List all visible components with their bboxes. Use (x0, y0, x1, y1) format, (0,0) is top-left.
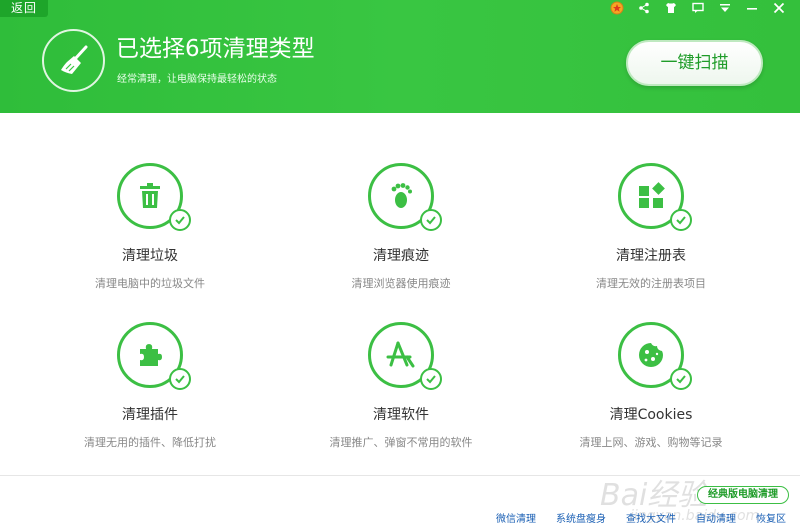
item-description: 清理浏览器使用痕迹 (351, 277, 451, 290)
footer-links: 微信清理 系统盘瘦身 查找大文件 自动清理 恢复区 (496, 510, 786, 525)
broom-icon (42, 29, 105, 92)
item-description: 清理无用的插件、降低打扰 (84, 436, 216, 449)
message-icon[interactable] (684, 0, 711, 16)
item-label: 清理痕迹 (373, 248, 429, 264)
header-banner: 返回 已选择6项清理类型 经常清理，让电脑保持最轻松的状态 一键扫描 (0, 0, 800, 113)
clean-plugins-item[interactable]: 清理插件 清理无用的插件、降低打扰 (30, 322, 270, 450)
item-label: 清理垃圾 (122, 248, 178, 264)
menu-icon[interactable] (711, 0, 738, 16)
page-subtitle: 经常清理，让电脑保持最轻松的状态 (117, 74, 277, 85)
shirt-icon[interactable] (657, 0, 684, 16)
window-controls (603, 0, 792, 16)
find-large-files-link[interactable]: 查找大文件 (626, 510, 676, 525)
share-icon[interactable] (630, 0, 657, 16)
item-description: 清理电脑中的垃圾文件 (95, 277, 205, 290)
system-disk-slim-link[interactable]: 系统盘瘦身 (556, 510, 606, 525)
clean-traces-item[interactable]: 清理痕迹 清理浏览器使用痕迹 (281, 163, 521, 291)
one-click-scan-button[interactable]: 一键扫描 (626, 40, 763, 86)
page-title: 已选择6项清理类型 (116, 36, 315, 62)
clean-cookies-item[interactable]: 清理Cookies 清理上网、游戏、购物等记录 (531, 322, 771, 450)
item-description: 清理上网、游戏、购物等记录 (579, 436, 723, 449)
back-button[interactable]: 返回 (0, 0, 48, 17)
item-label: 清理注册表 (616, 248, 686, 264)
check-icon[interactable] (670, 209, 692, 231)
check-icon[interactable] (169, 209, 191, 231)
check-icon[interactable] (670, 368, 692, 390)
minimize-icon[interactable] (738, 0, 765, 16)
item-label: 清理插件 (122, 407, 178, 423)
item-label: 清理软件 (373, 407, 429, 423)
auto-clean-link[interactable]: 自动清理 (696, 510, 736, 525)
clean-software-item[interactable]: 清理软件 清理推广、弹窗不常用的软件 (281, 322, 521, 450)
clean-junk-item[interactable]: 清理垃圾 清理电脑中的垃圾文件 (30, 163, 270, 291)
wechat-clean-link[interactable]: 微信清理 (496, 510, 536, 525)
classic-version-button[interactable]: 经典版电脑清理 (697, 486, 789, 504)
clean-registry-item[interactable]: 清理注册表 清理无效的注册表项目 (531, 163, 771, 291)
medal-icon[interactable] (603, 0, 630, 16)
item-description: 清理推广、弹窗不常用的软件 (329, 436, 473, 449)
check-icon[interactable] (169, 368, 191, 390)
app-window: 返回 已选择6项清理类型 经常清理，让电脑保持最轻松的状态 一键扫描 清理垃圾 … (0, 0, 800, 531)
item-description: 清理无效的注册表项目 (596, 277, 706, 290)
item-label: 清理Cookies (609, 407, 693, 423)
close-icon[interactable] (765, 0, 792, 16)
check-icon[interactable] (420, 368, 442, 390)
check-icon[interactable] (420, 209, 442, 231)
recovery-area-link[interactable]: 恢复区 (756, 510, 786, 525)
